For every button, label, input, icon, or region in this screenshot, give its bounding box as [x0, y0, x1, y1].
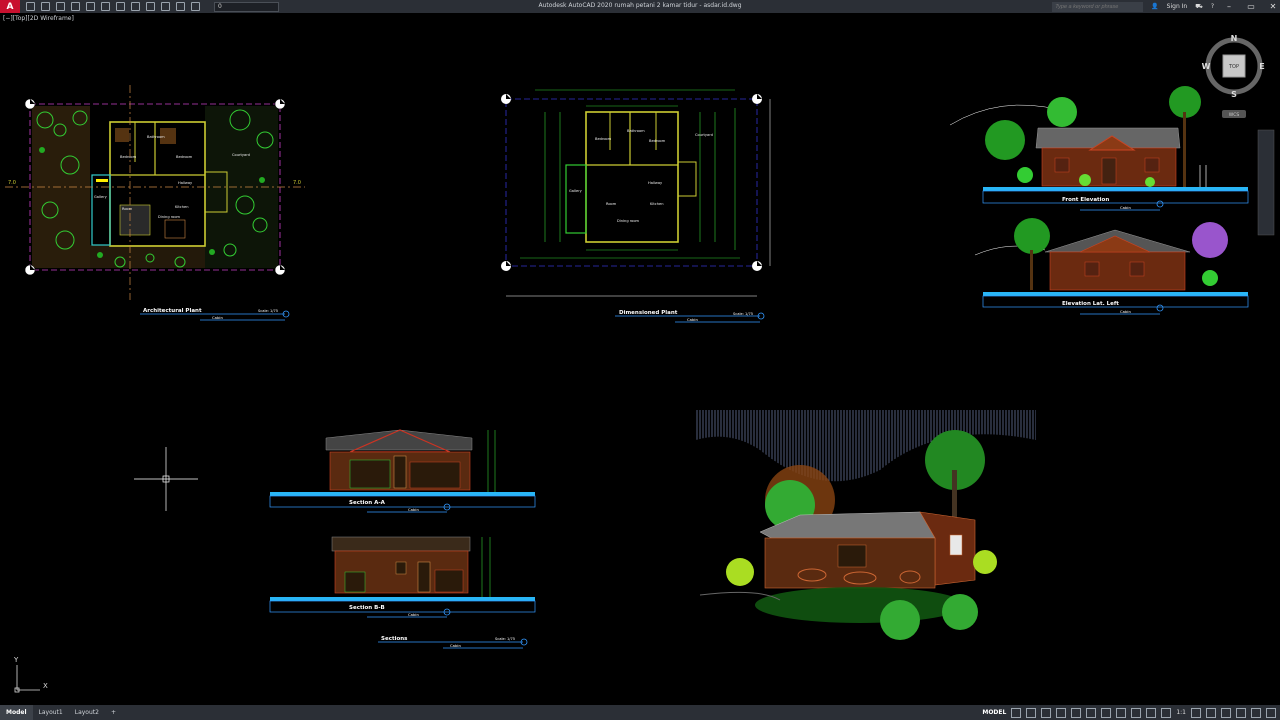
customization-menu-icon[interactable] — [1266, 707, 1276, 718]
room-label: Dining room — [617, 219, 640, 223]
drawing-subtitle: Cabin — [687, 317, 698, 322]
tab-layout2[interactable]: Layout2 — [69, 705, 105, 720]
room-label: Courtyard — [695, 133, 713, 137]
drawing-subtitle: Cabin — [1120, 309, 1131, 314]
crosshair-cursor — [134, 447, 198, 511]
drawing-scale: Scale: 1/75 — [258, 309, 278, 313]
drawing-subtitle: Cabin — [1120, 205, 1131, 210]
ucs-y-label: Y — [13, 656, 19, 664]
viewcube-top[interactable]: TOP — [1228, 64, 1239, 70]
lineweight-icon[interactable] — [1101, 707, 1112, 718]
drawing-title: Architectural Plant — [143, 308, 202, 314]
drawing-title: Section B-B — [349, 605, 385, 611]
dimensioned-plan[interactable]: Bedroom Bathroom Bedroom Courtyard Galle… — [501, 89, 771, 323]
room-label: Hallway — [178, 181, 193, 185]
add-layout-button[interactable]: + — [105, 705, 122, 720]
lateral-elevation[interactable]: Elevation Lat. Left Cabin — [974, 218, 1249, 315]
viewcube-north[interactable]: N — [1231, 34, 1238, 43]
settings-gear-icon[interactable] — [1191, 707, 1201, 718]
viewcube-west[interactable]: W — [1202, 62, 1211, 71]
tab-model[interactable]: Model — [0, 705, 33, 720]
status-bar: Model Layout1 Layout2 + MODEL 1:1 — [0, 705, 1280, 720]
annotation-scale[interactable]: 1:1 — [1176, 709, 1186, 716]
drawing-scale: Scale: 1/75 — [495, 637, 515, 641]
workspace-icon[interactable] — [1161, 707, 1172, 718]
room-label: Bathroom — [147, 135, 165, 139]
drawing-title: Elevation Lat. Left — [1062, 301, 1119, 307]
section-bb[interactable]: Section B-B Cabin Sections Scale: 1/75 C… — [269, 536, 536, 649]
polar-icon[interactable] — [1056, 707, 1067, 718]
transparency-icon[interactable] — [1116, 707, 1127, 718]
drawing-title: Sections — [381, 636, 408, 642]
room-label: Gallery — [569, 189, 583, 193]
drawing-title: Front Elevation — [1062, 197, 1109, 203]
status-tools: MODEL 1:1 — [982, 705, 1276, 720]
axis-label: 7.0 — [293, 180, 301, 186]
perspective-render[interactable] — [696, 410, 1036, 640]
room-label: Bedroom — [595, 137, 612, 141]
tab-layout1[interactable]: Layout1 — [33, 705, 69, 720]
viewcube[interactable]: TOP N S E W WCS — [1202, 34, 1265, 118]
model-space-button[interactable]: MODEL — [982, 709, 1006, 716]
architectural-plan[interactable]: Bedroom Bathroom Bedroom Courtyard Galle… — [5, 85, 305, 321]
drawing-subtitle: Cabin — [450, 643, 461, 648]
osnap-icon[interactable] — [1071, 707, 1082, 718]
otrack-icon[interactable] — [1086, 707, 1097, 718]
room-label: Bedroom — [120, 155, 137, 159]
isolate-icon[interactable] — [1221, 707, 1231, 718]
drawing-canvas[interactable]: Bedroom Bathroom Bedroom Courtyard Galle… — [0, 0, 1280, 720]
viewcube-south[interactable]: S — [1231, 90, 1237, 99]
selection-cycling-icon[interactable] — [1131, 707, 1142, 718]
section-aa[interactable]: Section A-A Cabin — [269, 429, 536, 513]
annotation-icon[interactable] — [1146, 707, 1157, 718]
ortho-icon[interactable] — [1041, 707, 1052, 718]
ucs-x-label: X — [43, 682, 48, 690]
ucs-icon — [14, 665, 40, 693]
front-elevation[interactable]: Front Elevation Cabin — [949, 86, 1249, 211]
room-label: Room — [606, 202, 617, 206]
plus-icon[interactable] — [1206, 707, 1216, 718]
viewcube-east[interactable]: E — [1259, 62, 1264, 71]
clean-screen-icon[interactable] — [1251, 707, 1261, 718]
room-label: Gallery — [94, 195, 108, 199]
room-label: Bedroom — [649, 139, 666, 143]
drawing-subtitle: Cabin — [408, 507, 419, 512]
room-label: Bedroom — [176, 155, 193, 159]
drawing-title: Section A-A — [349, 500, 386, 506]
room-label: Room — [122, 207, 133, 211]
room-label: Hallway — [648, 181, 663, 185]
grid-icon[interactable] — [1011, 707, 1022, 718]
hardware-icon[interactable] — [1236, 707, 1246, 718]
room-label: Kitchen — [650, 202, 664, 206]
drawing-subtitle: Cabin — [408, 612, 419, 617]
drawing-subtitle: Cabin — [212, 315, 223, 320]
navigation-bar[interactable] — [1257, 129, 1275, 236]
room-label: Courtyard — [232, 153, 250, 157]
room-label: Bathroom — [627, 129, 645, 133]
wcs-menu[interactable]: WCS — [1229, 112, 1240, 118]
drawing-title: Dimensioned Plant — [619, 310, 678, 316]
room-label: Dining room — [158, 215, 181, 219]
snap-icon[interactable] — [1026, 707, 1037, 718]
room-label: Kitchen — [175, 205, 189, 209]
axis-label: 7.0 — [8, 180, 16, 186]
drawing-scale: Scale: 1/75 — [733, 312, 753, 316]
